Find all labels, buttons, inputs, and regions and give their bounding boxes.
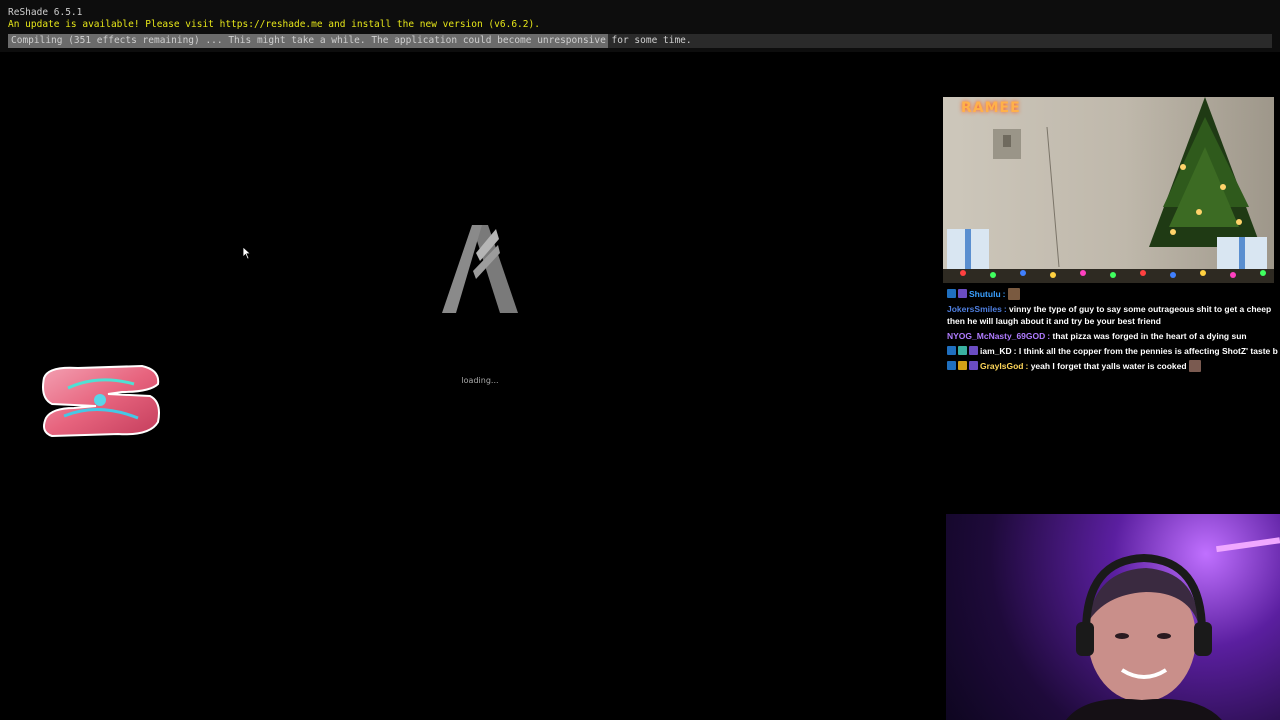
chat-badge-icon bbox=[947, 346, 956, 355]
chat-emote-icon bbox=[1007, 288, 1020, 300]
chat-username: Shutulu bbox=[969, 289, 1001, 299]
chat-badge-icon bbox=[958, 361, 967, 370]
chat-text: yeah I forget that yalls water is cooked bbox=[1030, 361, 1187, 371]
webcam-streamer-view bbox=[946, 514, 1280, 720]
reshade-compile-bar: Compiling (351 effects remaining) ... Th… bbox=[8, 34, 1272, 48]
purple-led-light-icon bbox=[1216, 537, 1280, 553]
chat-username: iam_KD bbox=[980, 346, 1012, 356]
stream-chat: Shutulu: JokersSmiles: vinny the type of… bbox=[947, 288, 1280, 375]
webcam-room-view: RAMEE bbox=[943, 97, 1274, 283]
chat-badge-icon bbox=[947, 361, 956, 370]
chat-text: that pizza was forged in the heart of a … bbox=[1052, 331, 1247, 341]
chat-username: GrayIsGod bbox=[980, 361, 1024, 371]
chat-badge-icon bbox=[969, 361, 978, 370]
room-scene-icon bbox=[943, 97, 1274, 283]
string-lights-icon bbox=[943, 269, 1274, 283]
server-badge-icon bbox=[42, 364, 160, 438]
chat-message: Shutulu: bbox=[947, 288, 1280, 300]
chat-message: GrayIsGod: yeah I forget that yalls wate… bbox=[947, 360, 1280, 372]
streamer-scene-icon bbox=[1066, 537, 1280, 720]
chat-message: NYOG_McNasty_69GOD: that pizza was forge… bbox=[947, 331, 1247, 341]
chat-username: NYOG_McNasty_69GOD bbox=[947, 331, 1046, 341]
reshade-title: ReShade 6.5.1 bbox=[8, 7, 83, 18]
reshade-compile-status: Compiling (351 effects remaining) ... Th… bbox=[11, 35, 692, 46]
chat-text: I think all the copper from the pennies … bbox=[1018, 346, 1278, 356]
reshade-overlay: ReShade 6.5.1 An update is available! Pl… bbox=[0, 0, 1280, 52]
chat-badge-icon bbox=[958, 289, 967, 298]
chat-badge-icon bbox=[958, 346, 967, 355]
chat-message: iam_KD: I think all the copper from the … bbox=[947, 345, 1280, 357]
reshade-update-message: An update is available! Please visit htt… bbox=[8, 19, 540, 30]
chat-badge-icon bbox=[969, 346, 978, 355]
mouse-cursor-icon bbox=[242, 246, 252, 260]
chat-badge-icon bbox=[947, 289, 956, 298]
loading-text: loading... bbox=[461, 376, 499, 385]
chat-emote-icon bbox=[1188, 360, 1201, 372]
chat-username: JokersSmiles bbox=[947, 304, 1002, 314]
stream-brand-logo: RAMEE bbox=[961, 100, 1021, 116]
chat-message: JokersSmiles: vinny the type of guy to s… bbox=[947, 304, 1272, 326]
christmas-tree-icon bbox=[1149, 97, 1261, 247]
fivem-logo-icon bbox=[442, 225, 518, 313]
